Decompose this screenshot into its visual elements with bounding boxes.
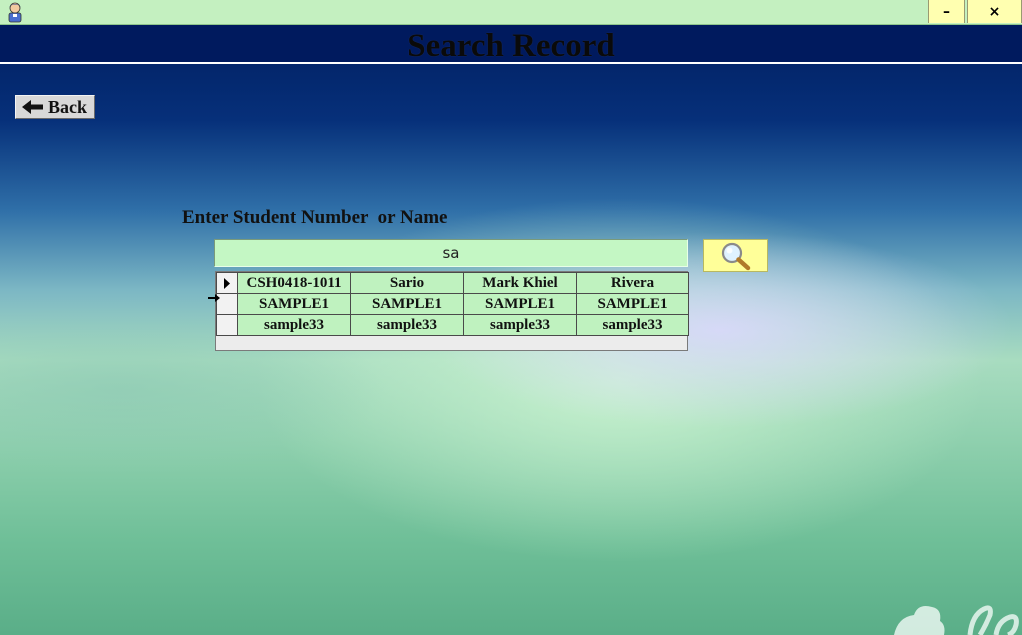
page-header: Search Record [0, 25, 1022, 64]
left-arrow-icon [22, 100, 43, 114]
results-table: CSH0418-1011 Sario Mark Khiel Rivera SAM… [216, 272, 689, 336]
table-cell[interactable]: sample33 [237, 314, 351, 336]
table-row[interactable]: sample33 sample33 sample33 sample33 [216, 314, 689, 336]
corner-decoration-icon [894, 605, 1019, 635]
table-cell[interactable]: sample33 [463, 314, 577, 336]
table-cell[interactable]: sample33 [576, 314, 689, 336]
table-cell[interactable]: SAMPLE1 [463, 293, 577, 315]
magnifier-icon [721, 242, 750, 270]
table-cell[interactable]: CSH0418-1011 [237, 272, 351, 294]
search-prompt-label: Enter Student Number or Name [182, 207, 448, 228]
mouse-pointer-icon [208, 294, 220, 302]
close-button[interactable]: × [967, 0, 1022, 23]
table-cell[interactable]: SAMPLE1 [576, 293, 689, 315]
app-person-icon [4, 1, 26, 23]
table-cell[interactable]: sample33 [350, 314, 464, 336]
table-cell[interactable]: Mark Khiel [463, 272, 577, 294]
search-button[interactable] [703, 239, 768, 272]
window-titlebar: – × [0, 0, 1022, 25]
back-button-label: Back [48, 96, 88, 117]
table-cell[interactable]: SAMPLE1 [350, 293, 464, 315]
back-button[interactable]: Back [15, 95, 95, 119]
results-grid[interactable]: CSH0418-1011 Sario Mark Khiel Rivera SAM… [215, 271, 689, 351]
row-pointer-icon [224, 277, 230, 289]
row-selector[interactable] [216, 314, 238, 336]
table-cell[interactable]: SAMPLE1 [237, 293, 351, 315]
table-row[interactable]: SAMPLE1 SAMPLE1 SAMPLE1 SAMPLE1 [216, 293, 689, 315]
table-row[interactable]: CSH0418-1011 Sario Mark Khiel Rivera [216, 272, 689, 294]
page-title: Search Record [407, 28, 615, 64]
search-input[interactable] [214, 239, 688, 267]
row-selector[interactable] [216, 272, 238, 294]
minimize-button[interactable]: – [928, 0, 965, 23]
table-cell[interactable]: Rivera [576, 272, 689, 294]
table-cell[interactable]: Sario [350, 272, 464, 294]
